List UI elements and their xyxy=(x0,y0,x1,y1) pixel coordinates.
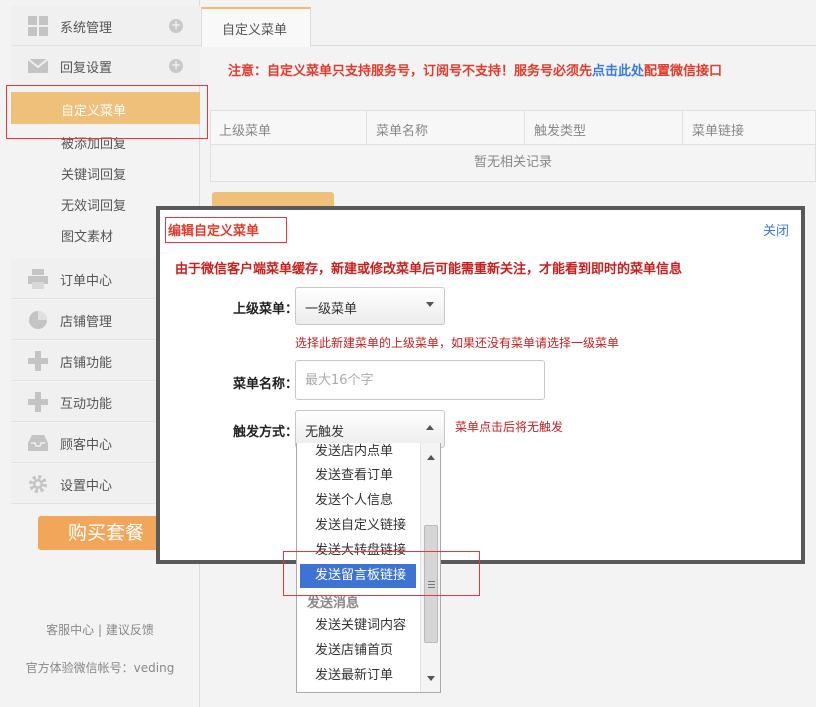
mail-icon xyxy=(27,58,49,73)
column-header: 上级菜单 xyxy=(219,124,272,139)
sidebar-section-label: 订单中心 xyxy=(60,274,113,289)
sidebar-section-label: 设置中心 xyxy=(60,479,113,494)
trigger-label: 触发方式： xyxy=(233,425,299,440)
table-header: 上级菜单 菜单名称 触发类型 菜单链接 xyxy=(211,111,815,145)
tab-label: 自定义菜单 xyxy=(222,23,288,38)
notice-prefix: 注意：自定义菜单只支持服务号，订阅号不支持！服务号必须先 xyxy=(228,64,593,79)
sidebar-section-system[interactable]: 系统管理 + xyxy=(11,6,200,46)
menu-name-label: 菜单名称： xyxy=(233,377,299,392)
grid-icon xyxy=(28,16,48,36)
dropdown-option[interactable]: 发送店内点单 xyxy=(297,443,419,464)
column-header: 菜单名称 xyxy=(376,124,429,139)
trigger-value: 无触发 xyxy=(305,425,345,440)
dropdown-option[interactable]: 发送自定义链接 xyxy=(297,514,419,538)
inbox-icon xyxy=(28,435,48,451)
column-header: 触发类型 xyxy=(534,124,587,139)
edit-menu-dialog: 编辑自定义菜单 关闭 由于微信客户端菜单缓存，新建或修改菜单后可能需重新关注，才… xyxy=(156,206,805,564)
scroll-down-icon[interactable] xyxy=(427,676,435,681)
dropdown-option[interactable]: 发送个人信息 xyxy=(297,489,419,513)
tab-bar: 自定义菜单 xyxy=(200,0,816,47)
chevron-down-icon xyxy=(426,302,434,307)
sidebar-section-label: 系统管理 xyxy=(60,21,113,36)
parent-menu-value: 一级菜单 xyxy=(305,302,358,317)
tab-custom-menu[interactable]: 自定义菜单 xyxy=(201,7,311,47)
plus-icon xyxy=(28,351,48,371)
dropdown-option[interactable]: 发送查看订单 xyxy=(297,464,419,488)
footer-account: 官方体验微信帐号：veding xyxy=(25,661,175,675)
sidebar-item-media[interactable]: 图文素材 xyxy=(61,226,113,245)
highlight-box xyxy=(6,85,208,139)
buy-package-button[interactable]: 购买套餐 xyxy=(38,516,174,550)
sidebar-section-label: 店铺功能 xyxy=(60,356,113,371)
empty-row: 暂无相关记录 xyxy=(211,145,815,181)
expand-icon[interactable]: + xyxy=(169,19,183,33)
sidebar-section-label: 回复设置 xyxy=(60,61,113,76)
dropdown-option[interactable]: 发送店铺首页 xyxy=(297,639,419,663)
sidebar-section-label: 店铺管理 xyxy=(60,315,113,330)
chevron-up-icon xyxy=(426,425,434,430)
column-divider xyxy=(524,111,525,145)
parent-menu-select[interactable]: 一级菜单 xyxy=(295,287,445,325)
cache-warning: 由于微信客户端菜单缓存，新建或修改菜单后可能需重新关注，才能看到即时的菜单信息 xyxy=(175,262,683,277)
sidebar-item-invalid-reply[interactable]: 无效词回复 xyxy=(61,195,126,214)
column-header: 菜单链接 xyxy=(692,124,745,139)
parent-menu-hint: 选择此新建菜单的上级菜单，如果还没有菜单请选择一级菜单 xyxy=(295,336,620,350)
footer-links[interactable]: 客服中心 | 建议反馈 xyxy=(0,621,200,638)
scroll-up-icon[interactable] xyxy=(427,455,435,460)
highlight-box xyxy=(283,551,480,596)
configure-link[interactable]: 点击此处 xyxy=(592,64,644,79)
plus-icon xyxy=(28,392,48,412)
highlight-box xyxy=(165,217,287,243)
sidebar-item-keyword-reply[interactable]: 关键词回复 xyxy=(61,164,126,183)
gear-icon xyxy=(29,475,47,493)
pie-chart-icon xyxy=(29,311,47,329)
notice-suffix: 配置微信接口 xyxy=(644,64,723,79)
menu-name-field[interactable] xyxy=(295,360,545,400)
menu-name-input[interactable] xyxy=(296,361,544,399)
column-divider xyxy=(366,111,367,145)
expand-icon[interactable]: + xyxy=(169,59,183,73)
parent-menu-label: 上级菜单： xyxy=(233,302,299,317)
dropdown-option[interactable]: 发送关键词内容 xyxy=(297,614,419,638)
sidebar-section-reply[interactable]: 回复设置 + xyxy=(11,46,200,86)
notice-text: 注意：自定义菜单只支持服务号，订阅号不支持！服务号必须先点击此处配置微信接口 xyxy=(228,60,722,79)
sidebar-section-label: 互动功能 xyxy=(60,397,113,412)
printer-icon xyxy=(28,269,48,289)
sidebar-section-label: 顾客中心 xyxy=(60,438,113,453)
dropdown-option[interactable]: 发送最新订单 xyxy=(297,664,419,688)
trigger-hint: 菜单点击后将无触发 xyxy=(455,420,564,434)
menu-table: 上级菜单 菜单名称 触发类型 菜单链接 暂无相关记录 xyxy=(210,110,816,182)
close-button[interactable]: 关闭 xyxy=(763,220,789,239)
column-divider xyxy=(682,111,683,145)
